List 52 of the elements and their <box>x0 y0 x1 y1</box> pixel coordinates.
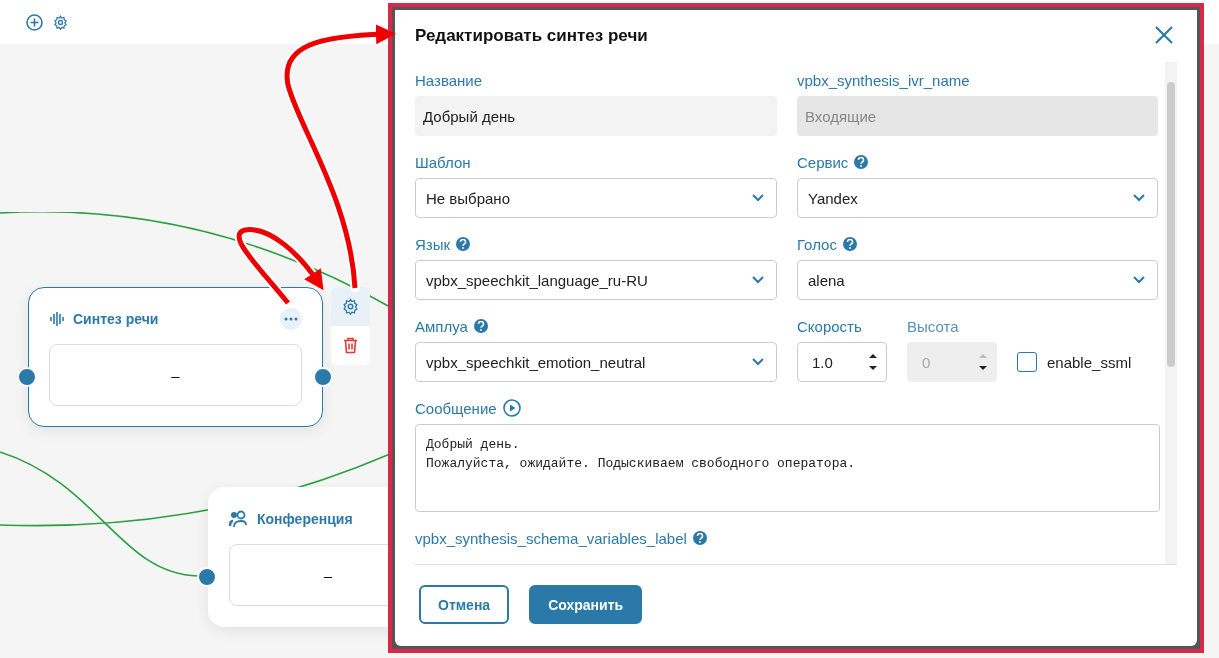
field-label: Высота <box>907 317 959 335</box>
field-label: Голос <box>797 235 837 253</box>
field-label: Шаблон <box>415 153 471 171</box>
select-field[interactable]: vpbx_speechkit_emotion_neutral <box>415 342 777 382</box>
node-title: Синтез речи <box>73 311 159 327</box>
chevron-down-icon <box>1133 276 1145 284</box>
stepper-arrows-icon[interactable] <box>868 351 878 373</box>
connection-port[interactable] <box>313 367 333 387</box>
save-button[interactable]: Сохранить <box>529 585 643 624</box>
play-icon[interactable] <box>502 399 521 417</box>
connection-port[interactable] <box>17 367 37 387</box>
message-textarea[interactable]: Добрый день. Пожалуйста, ожидайте. Подыскиваем свободного оператора. <box>415 424 1160 512</box>
node-title: Конференция <box>257 511 353 527</box>
field-label: vpbx_synthesis_ivr_name <box>797 71 970 89</box>
text-field[interactable]: Добрый день <box>415 96 777 136</box>
field-label: Амплуа <box>415 317 468 335</box>
select-field[interactable]: alena <box>797 260 1158 300</box>
scrollbar[interactable] <box>1165 62 1177 564</box>
chevron-down-icon <box>752 358 764 366</box>
help-icon[interactable] <box>842 237 857 251</box>
people-icon <box>229 510 249 528</box>
dots-icon <box>284 317 298 321</box>
trash-icon <box>343 337 358 354</box>
more-button[interactable] <box>280 308 302 330</box>
select-field[interactable]: Yandex <box>797 178 1158 218</box>
add-icon[interactable] <box>26 13 43 31</box>
chevron-down-icon <box>1133 194 1145 202</box>
cancel-button[interactable]: Отмена <box>419 585 510 624</box>
settings-icon[interactable] <box>53 14 68 30</box>
chevron-down-icon <box>752 194 764 202</box>
settings-icon <box>342 298 359 315</box>
field-label: Сервис <box>797 153 849 171</box>
select-field[interactable]: Не выбрано <box>415 178 777 218</box>
field-label: Язык <box>415 235 451 253</box>
settings-button[interactable] <box>331 287 370 326</box>
connection-port[interactable] <box>197 567 217 587</box>
number-field[interactable]: 1.0 <box>797 342 887 382</box>
help-icon[interactable] <box>473 319 488 333</box>
help-icon[interactable] <box>854 155 869 169</box>
help-icon[interactable] <box>456 237 471 251</box>
help-icon[interactable] <box>692 531 707 545</box>
dialog-title: Редактировать синтез речи <box>415 26 648 46</box>
flow-node[interactable]: Синтез речи – <box>28 287 323 427</box>
checkbox-label: enable_ssml <box>1047 353 1132 371</box>
checkbox[interactable] <box>1017 352 1037 372</box>
field-label: Скорость <box>797 317 862 335</box>
field-label: Название <box>415 71 483 89</box>
sound-wave-icon <box>49 311 65 327</box>
chevron-down-icon <box>752 276 764 284</box>
select-field[interactable]: vpbx_speechkit_language_ru-RU <box>415 260 777 300</box>
node-content: – <box>49 344 302 406</box>
field-label: Сообщение <box>415 399 497 417</box>
